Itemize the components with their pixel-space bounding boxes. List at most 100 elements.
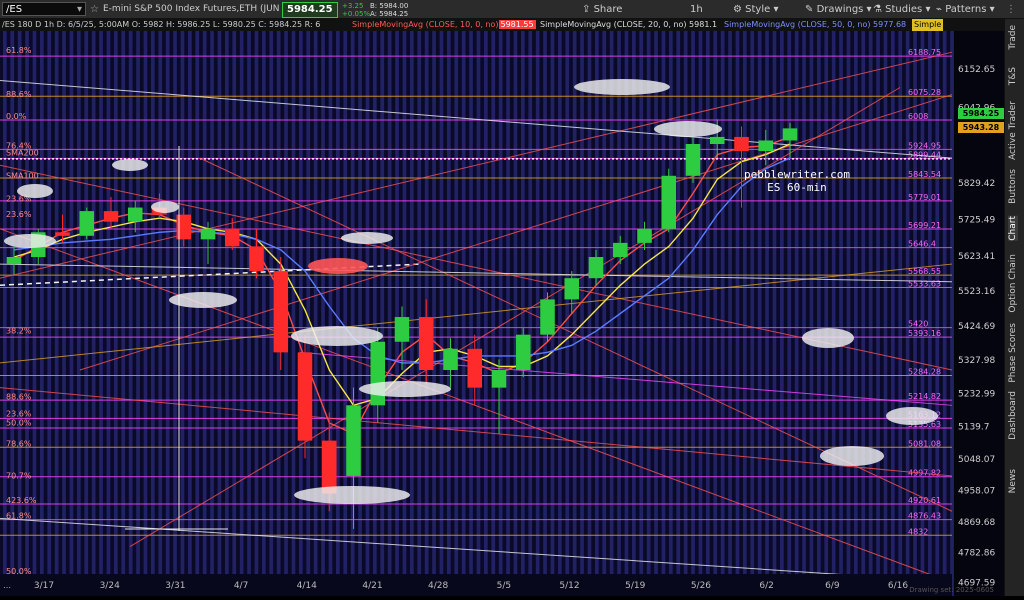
- watermark-caption: ES 60-min: [767, 181, 827, 194]
- session-stripe: [439, 31, 444, 596]
- chevron-down-icon[interactable]: ▾: [77, 3, 82, 17]
- tab-chart[interactable]: Chart: [1008, 216, 1018, 241]
- session-stripe: [639, 31, 644, 596]
- candle-body: [224, 228, 240, 247]
- tab-active-trader[interactable]: Active Trader: [1008, 101, 1018, 160]
- price-axis-label: 5829.42: [958, 179, 995, 189]
- drawing-set-note: Drawing set: 2025-0605: [909, 586, 994, 594]
- candle-body: [491, 370, 507, 388]
- share-button[interactable]: ⇪ Share: [582, 0, 622, 19]
- session-stripe: [609, 31, 614, 596]
- timeframe-button[interactable]: 1h: [690, 0, 703, 19]
- session-stripe: [247, 31, 251, 596]
- price-axis-label: 5725.49: [958, 216, 995, 226]
- session-stripe: [365, 31, 370, 596]
- session-stripe: [269, 31, 274, 596]
- session-stripe: [602, 31, 607, 596]
- drag-handle-icon[interactable]: ⋯: [3, 583, 11, 592]
- tab-trade[interactable]: Trade: [1008, 25, 1018, 50]
- candle-body: [564, 278, 580, 300]
- session-stripe: [646, 31, 651, 596]
- tab-phase-scores[interactable]: Phase Scores: [1008, 323, 1018, 383]
- drawings-button[interactable]: ✎ Drawings ▾: [805, 0, 872, 19]
- star-icon[interactable]: ☆: [90, 0, 99, 19]
- session-stripe: [121, 31, 126, 596]
- session-stripe: [232, 31, 237, 596]
- tab-buttons[interactable]: Buttons: [1008, 169, 1018, 204]
- session-stripe: [950, 31, 954, 596]
- sma20-legend[interactable]: SimpleMovingAvg (CLOSE, 20, 0, no) 5981.…: [540, 19, 717, 31]
- time-axis-label: 5/26: [691, 581, 711, 591]
- level-label: 4832: [908, 527, 928, 536]
- timeframe-label: 1h: [690, 4, 703, 15]
- price-axis-label: 6152.65: [958, 65, 995, 75]
- session-stripe: [158, 31, 163, 596]
- tab-time-and-sales[interactable]: T&S: [1008, 67, 1018, 85]
- session-stripe: [676, 31, 681, 596]
- sma50-legend[interactable]: SimpleMovingAvg (CLOSE, 50, 0, no) 5977.…: [724, 19, 906, 31]
- session-stripe: [846, 31, 851, 596]
- session-stripe: [624, 31, 629, 596]
- sma10-legend[interactable]: SimpleMovingAvg (CLOSE, 10, 0, no) 5981.5…: [352, 19, 536, 31]
- session-stripe: [506, 31, 510, 596]
- sma-price-tag: 5943.28: [958, 122, 1004, 133]
- highlight-ellipse: [820, 446, 884, 466]
- highlight-ellipse: [654, 121, 722, 137]
- session-stripe: [321, 31, 325, 596]
- session-stripe: [661, 31, 666, 596]
- session-stripe: [417, 31, 422, 596]
- symbol-text: /ES: [6, 4, 23, 15]
- candle-body: [782, 128, 798, 141]
- session-stripe: [728, 31, 732, 596]
- time-axis-label: 5/19: [625, 581, 645, 591]
- session-stripe: [180, 31, 185, 596]
- instrument-description: E-mini S&P 500 Index Futures,ETH (JUN 25…: [103, 4, 298, 14]
- symbol-input[interactable]: /ES ▾: [2, 2, 86, 16]
- more-icon[interactable]: ⋮: [1006, 0, 1016, 19]
- fib-label: 23.6%: [6, 210, 32, 219]
- style-button[interactable]: ⚙ Style ▾: [733, 0, 778, 19]
- tab-dashboard[interactable]: Dashboard: [1008, 391, 1018, 440]
- change-percent: +0.05%: [342, 10, 371, 18]
- session-stripe: [565, 31, 570, 596]
- session-stripe: [743, 31, 747, 596]
- session-stripe: [173, 31, 177, 596]
- session-stripe: [831, 31, 836, 596]
- session-stripe: [491, 31, 496, 596]
- studies-label: Studies: [885, 4, 923, 15]
- price-chart[interactable]: 6188.75 6075.28 6008 5924.95 5899.44 5843.54 5…: [0, 31, 1004, 596]
- chart-canvas[interactable]: 6188.756075.2860085924.955899.445843.545…: [0, 31, 1004, 596]
- sma-more-legend[interactable]: Simple: [912, 19, 944, 31]
- session-stripe: [772, 31, 777, 596]
- style-icon: ⚙: [733, 4, 742, 15]
- session-stripe: [787, 31, 792, 596]
- session-stripe: [210, 31, 214, 596]
- session-stripe: [669, 31, 673, 596]
- time-axis-label: 5/5: [497, 581, 511, 591]
- right-sidebar: Trade T&S Active Trader Buttons Chart Op…: [1004, 19, 1024, 596]
- session-stripe: [861, 31, 866, 596]
- style-label: Style: [745, 4, 771, 15]
- session-stripe: [395, 31, 399, 596]
- main-toolbar: /ES ▾ ☆ E-mini S&P 500 Index Futures,ETH…: [0, 0, 1024, 19]
- time-axis-label: 4/14: [297, 581, 317, 591]
- studies-button[interactable]: ⚗ Studies ▾: [873, 0, 930, 19]
- price-axis-label: 4869.68: [958, 518, 995, 528]
- time-axis-label: 3/17: [34, 581, 54, 591]
- tab-option-chain[interactable]: Option Chain: [1008, 254, 1018, 313]
- tab-news[interactable]: News: [1008, 469, 1018, 493]
- candle-body: [418, 317, 434, 370]
- fib-label: 78.6%: [6, 440, 32, 449]
- session-stripe: [854, 31, 858, 596]
- candle-body: [79, 211, 95, 236]
- drawings-label: Drawings: [816, 4, 864, 15]
- level-label: 5924.95: [908, 141, 941, 150]
- patterns-button[interactable]: ⌁ Patterns ▾: [936, 0, 995, 19]
- session-stripe: [802, 31, 806, 596]
- fib-label: 23.6%: [6, 410, 32, 419]
- price-axis-label: 5424.69: [958, 322, 995, 332]
- session-stripe: [336, 31, 340, 596]
- session-stripe: [77, 31, 81, 596]
- candle-body: [443, 348, 458, 370]
- study-legend: /ES 180 D 1h D: 6/5/25, 5:00AM O: 5982 H…: [0, 19, 1004, 31]
